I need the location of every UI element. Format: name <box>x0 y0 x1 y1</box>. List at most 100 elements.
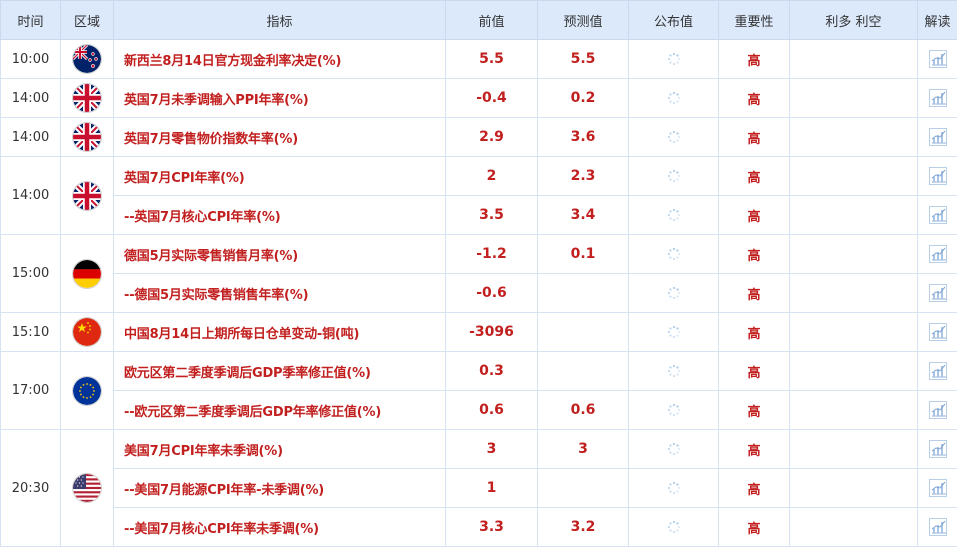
actual-value <box>629 469 719 508</box>
importance-value: 高 <box>719 274 790 313</box>
analysis-chart-icon[interactable] <box>927 325 949 340</box>
previous-value: 1 <box>446 469 538 508</box>
loading-spinner-icon <box>667 481 681 496</box>
indicator-cell[interactable]: 英国7月未季调输入PPI年率(%) <box>114 79 446 118</box>
analysis-chart-icon[interactable] <box>927 442 949 457</box>
region-cell <box>61 40 114 79</box>
table-row[interactable]: --欧元区第二季度季调后GDP年率修正值(%)0.60.6高 <box>1 391 957 430</box>
indicator-cell[interactable]: --德国5月实际零售销售年率(%) <box>114 274 446 313</box>
loading-spinner-icon <box>667 286 681 301</box>
analysis-chart-icon[interactable] <box>927 91 949 106</box>
importance-value: 高 <box>719 313 790 352</box>
header-indicator: 指标 <box>114 1 446 40</box>
analysis-chart-icon[interactable] <box>927 208 949 223</box>
table-row[interactable]: 14:00英国7月未季调输入PPI年率(%)-0.40.2高 <box>1 79 957 118</box>
analysis-cell[interactable] <box>918 352 957 391</box>
analysis-cell[interactable] <box>918 274 957 313</box>
analysis-chart-icon[interactable] <box>927 169 949 184</box>
header-actual: 公布值 <box>629 1 719 40</box>
indicator-cell[interactable]: 中国8月14日上期所每日仓单变动-铜(吨) <box>114 313 446 352</box>
analysis-cell[interactable] <box>918 118 957 157</box>
analysis-chart-icon[interactable] <box>927 364 949 379</box>
analysis-cell[interactable] <box>918 157 957 196</box>
analysis-chart-icon[interactable] <box>927 286 949 301</box>
analysis-cell[interactable] <box>918 469 957 508</box>
calendar-body: 10:00新西兰8月14日官方现金利率决定(%)5.55.5高14:00英国7月… <box>1 40 957 547</box>
loading-spinner-icon <box>667 325 681 340</box>
table-row[interactable]: 10:00新西兰8月14日官方现金利率决定(%)5.55.5高 <box>1 40 957 79</box>
analysis-cell[interactable] <box>918 391 957 430</box>
actual-value <box>629 430 719 469</box>
analysis-chart-icon[interactable] <box>927 130 949 145</box>
header-previous: 前值 <box>446 1 538 40</box>
actual-value <box>629 40 719 79</box>
previous-value: -3096 <box>446 313 538 352</box>
china-flag-icon <box>61 318 113 346</box>
impact-cell <box>790 118 918 157</box>
time-cell: 14:00 <box>1 79 61 118</box>
table-row[interactable]: 20:30美国7月CPI年率未季调(%)33高 <box>1 430 957 469</box>
analysis-cell[interactable] <box>918 196 957 235</box>
impact-cell <box>790 235 918 274</box>
importance-value: 高 <box>719 352 790 391</box>
forecast-value: 3.6 <box>538 118 629 157</box>
indicator-cell[interactable]: --欧元区第二季度季调后GDP年率修正值(%) <box>114 391 446 430</box>
table-row[interactable]: 14:00英国7月零售物价指数年率(%)2.93.6高 <box>1 118 957 157</box>
analysis-chart-icon[interactable] <box>927 520 949 535</box>
table-header-row: 时间 区域 指标 前值 预测值 公布值 重要性 利多 利空 解读 <box>1 1 957 40</box>
analysis-cell[interactable] <box>918 508 957 547</box>
indicator-cell[interactable]: 英国7月CPI年率(%) <box>114 157 446 196</box>
analysis-cell[interactable] <box>918 79 957 118</box>
uk-flag-icon <box>61 84 113 112</box>
previous-value: 0.3 <box>446 352 538 391</box>
actual-value <box>629 118 719 157</box>
importance-value: 高 <box>719 235 790 274</box>
table-row[interactable]: 17:00欧元区第二季度季调后GDP季率修正值(%)0.3高 <box>1 352 957 391</box>
analysis-cell[interactable] <box>918 430 957 469</box>
analysis-chart-icon[interactable] <box>927 403 949 418</box>
header-time: 时间 <box>1 1 61 40</box>
forecast-value: 0.6 <box>538 391 629 430</box>
analysis-chart-icon[interactable] <box>927 52 949 67</box>
impact-cell <box>790 352 918 391</box>
analysis-chart-icon[interactable] <box>927 247 949 262</box>
actual-value <box>629 79 719 118</box>
indicator-cell[interactable]: --英国7月核心CPI年率(%) <box>114 196 446 235</box>
importance-value: 高 <box>719 40 790 79</box>
previous-value: -0.6 <box>446 274 538 313</box>
indicator-cell[interactable]: 英国7月零售物价指数年率(%) <box>114 118 446 157</box>
previous-value: 5.5 <box>446 40 538 79</box>
forecast-value <box>538 274 629 313</box>
eu-flag-icon <box>61 377 113 405</box>
importance-value: 高 <box>719 157 790 196</box>
table-row[interactable]: --美国7月能源CPI年率-未季调(%)1 高 <box>1 469 957 508</box>
table-row[interactable]: 15:10中国8月14日上期所每日仓单变动-铜(吨)-3096高 <box>1 313 957 352</box>
region-cell <box>61 235 114 313</box>
loading-spinner-icon <box>667 130 681 145</box>
indicator-cell[interactable]: --美国7月核心CPI年率未季调(%) <box>114 508 446 547</box>
analysis-cell[interactable] <box>918 40 957 79</box>
table-row[interactable]: 14:00英国7月CPI年率(%)22.3高 <box>1 157 957 196</box>
indicator-cell[interactable]: 新西兰8月14日官方现金利率决定(%) <box>114 40 446 79</box>
analysis-cell[interactable] <box>918 313 957 352</box>
impact-cell <box>790 469 918 508</box>
table-row[interactable]: --美国7月核心CPI年率未季调(%)3.33.2高 <box>1 508 957 547</box>
indicator-cell[interactable]: --美国7月能源CPI年率-未季调(%) <box>114 469 446 508</box>
forecast-value <box>538 313 629 352</box>
table-row[interactable]: --德国5月实际零售销售年率(%)-0.6 高 <box>1 274 957 313</box>
analysis-chart-icon[interactable] <box>927 481 949 496</box>
analysis-cell[interactable] <box>918 235 957 274</box>
header-impact: 利多 利空 <box>790 1 918 40</box>
table-row[interactable]: 15:00德国5月实际零售销售月率(%)-1.20.1高 <box>1 235 957 274</box>
loading-spinner-icon <box>667 364 681 379</box>
uk-flag-icon <box>61 182 113 210</box>
uk-flag-icon <box>61 123 113 151</box>
previous-value: -1.2 <box>446 235 538 274</box>
indicator-cell[interactable]: 美国7月CPI年率未季调(%) <box>114 430 446 469</box>
table-row[interactable]: --英国7月核心CPI年率(%)3.53.4高 <box>1 196 957 235</box>
indicator-cell[interactable]: 欧元区第二季度季调后GDP季率修正值(%) <box>114 352 446 391</box>
previous-value: 3 <box>446 430 538 469</box>
indicator-cell[interactable]: 德国5月实际零售销售月率(%) <box>114 235 446 274</box>
actual-value <box>629 352 719 391</box>
importance-value: 高 <box>719 469 790 508</box>
